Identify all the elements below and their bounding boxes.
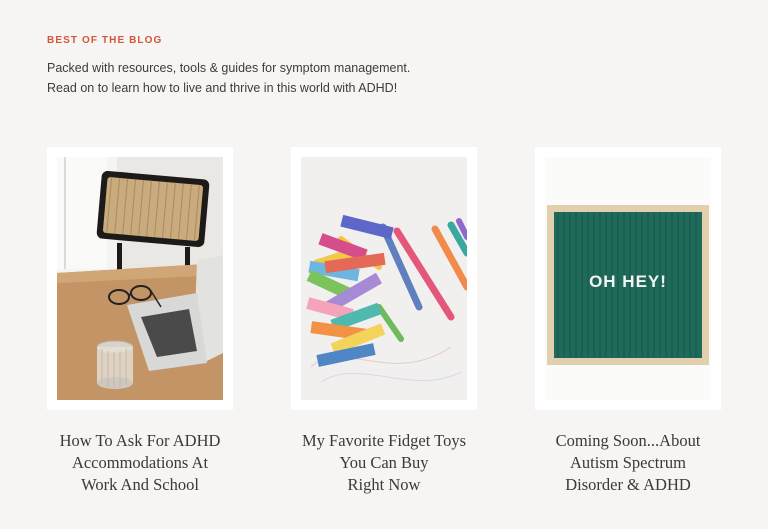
post-title[interactable]: Coming Soon...About Autism Spectrum Diso… [535, 430, 721, 496]
letterboard-text: OH HEY! [589, 272, 667, 291]
post-card-autism-adhd[interactable]: OH HEY! Coming Soon...About Autism Spect… [535, 147, 721, 496]
post-title-line: Disorder & ADHD [565, 475, 691, 494]
post-title-line: Autism Spectrum [570, 453, 686, 472]
post-title-line: Right Now [347, 475, 421, 494]
post-title-line: My Favorite Fidget Toys [301, 431, 466, 450]
post-image-frame [291, 147, 477, 410]
letter-board-photo[interactable]: OH HEY! [545, 157, 711, 400]
post-title-line: Work And School [81, 475, 199, 494]
colorful-blocks-markers-photo[interactable] [301, 157, 467, 400]
post-image-frame [47, 147, 233, 410]
post-card-adhd-accommodations[interactable]: How To Ask For ADHD Accommodations At Wo… [47, 147, 233, 496]
post-card-fidget-toys[interactable]: My Favorite Fidget Toys You Can Buy Righ… [291, 147, 477, 496]
post-title[interactable]: My Favorite Fidget Toys You Can Buy Righ… [291, 430, 477, 496]
post-title-line: Accommodations At [71, 453, 209, 472]
post-title[interactable]: How To Ask For ADHD Accommodations At Wo… [47, 430, 233, 496]
post-title-line: How To Ask For ADHD [59, 431, 221, 450]
post-image-frame: OH HEY! [535, 147, 721, 410]
desk-laptop-photo[interactable] [57, 157, 223, 400]
section-kicker: BEST OF THE BLOG [47, 35, 163, 46]
section-intro: Packed with resources, tools & guides fo… [47, 61, 411, 95]
post-title-line: Coming Soon...About [555, 431, 701, 450]
post-title-line: You Can Buy [339, 453, 429, 472]
